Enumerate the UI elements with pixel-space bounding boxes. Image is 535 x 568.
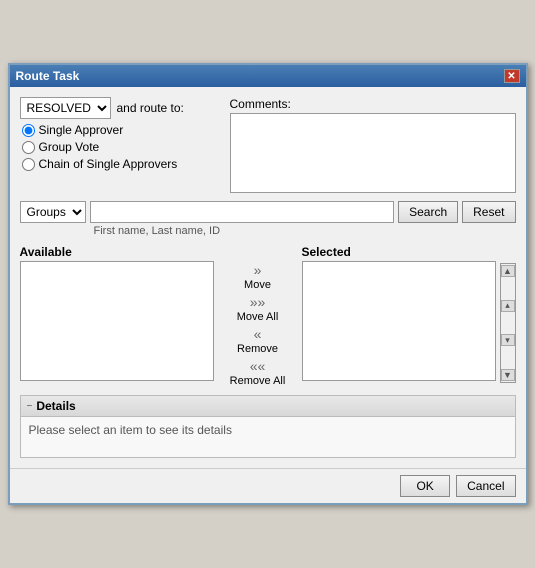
details-header[interactable]: − Details [21,396,515,417]
radio-group-vote: Group Vote [22,140,220,154]
reset-button[interactable]: Reset [462,201,515,223]
status-select[interactable]: RESOLVED OPEN PENDING [20,97,111,119]
dialog-body: RESOLVED OPEN PENDING and route to: Sing… [10,87,526,468]
comments-section: Comments: [230,97,516,193]
radio-chain: Chain of Single Approvers [22,157,220,171]
details-title: Details [36,399,75,413]
search-button[interactable]: Search [398,201,458,223]
radio-single: Single Approver [22,123,220,137]
scroll-top-arrow[interactable]: ▲ [501,265,515,277]
ok-button[interactable]: OK [400,475,450,497]
selected-list-container: Selected [302,245,496,381]
scroll-bottom-arrow[interactable]: ▼ [501,369,515,381]
radio-group-input[interactable] [22,141,35,154]
route-to-label: and route to: [117,101,184,115]
title-bar: Route Task ✕ [10,65,526,87]
scroll-down-arrow[interactable]: ▾ [501,334,515,346]
move-all-button[interactable]: »» Move All [237,295,279,323]
radio-group: Single Approver Group Vote Chain of Sing… [20,123,220,171]
available-label: Available [20,245,214,259]
search-section: Groups Users Roles Search Reset First na… [20,201,516,237]
bottom-buttons: OK Cancel [10,468,526,503]
details-body: Please select an item to see its details [21,417,515,457]
remove-all-label: Remove All [230,375,286,387]
comments-label: Comments: [230,97,516,111]
details-body-text: Please select an item to see its details [29,423,232,437]
left-top: RESOLVED OPEN PENDING and route to: Sing… [20,97,220,193]
radio-group-label: Group Vote [39,140,100,154]
scrollbar: ▲ ▴ ▾ ▼ [500,263,516,383]
lists-section: Available » Move »» Move All « Remove «« [20,245,516,387]
close-button[interactable]: ✕ [504,69,520,83]
available-list-container: Available [20,245,214,381]
comments-textarea[interactable] [230,113,516,193]
selected-list[interactable] [302,261,496,381]
move-buttons-panel: » Move »» Move All « Remove «« Remove Al… [218,245,298,387]
dialog-title: Route Task [16,69,80,83]
search-row: Groups Users Roles Search Reset [20,201,516,223]
radio-chain-input[interactable] [22,158,35,171]
available-list[interactable] [20,261,214,381]
scroll-up-arrow[interactable]: ▴ [501,300,515,312]
move-all-icon: »» [250,295,266,309]
remove-all-button[interactable]: «« Remove All [230,359,286,387]
move-icon: » [254,263,262,277]
move-all-label: Move All [237,311,279,323]
route-row: RESOLVED OPEN PENDING and route to: [20,97,220,119]
search-input[interactable] [90,201,395,223]
remove-all-icon: «« [250,359,266,373]
search-filter-select[interactable]: Groups Users Roles [20,201,86,223]
top-section: RESOLVED OPEN PENDING and route to: Sing… [20,97,516,193]
selected-label: Selected [302,245,496,259]
details-section: − Details Please select an item to see i… [20,395,516,458]
move-label: Move [244,279,271,291]
radio-single-input[interactable] [22,124,35,137]
cancel-button[interactable]: Cancel [456,475,515,497]
radio-single-label: Single Approver [39,123,124,137]
search-hint: First name, Last name, ID [20,225,516,237]
route-task-dialog: Route Task ✕ RESOLVED OPEN PENDING and r… [8,63,528,505]
remove-button[interactable]: « Remove [237,327,278,355]
remove-icon: « [254,327,262,341]
details-toggle-icon: − [27,401,33,412]
remove-label: Remove [237,343,278,355]
radio-chain-label: Chain of Single Approvers [39,157,178,171]
move-button[interactable]: » Move [244,263,271,291]
